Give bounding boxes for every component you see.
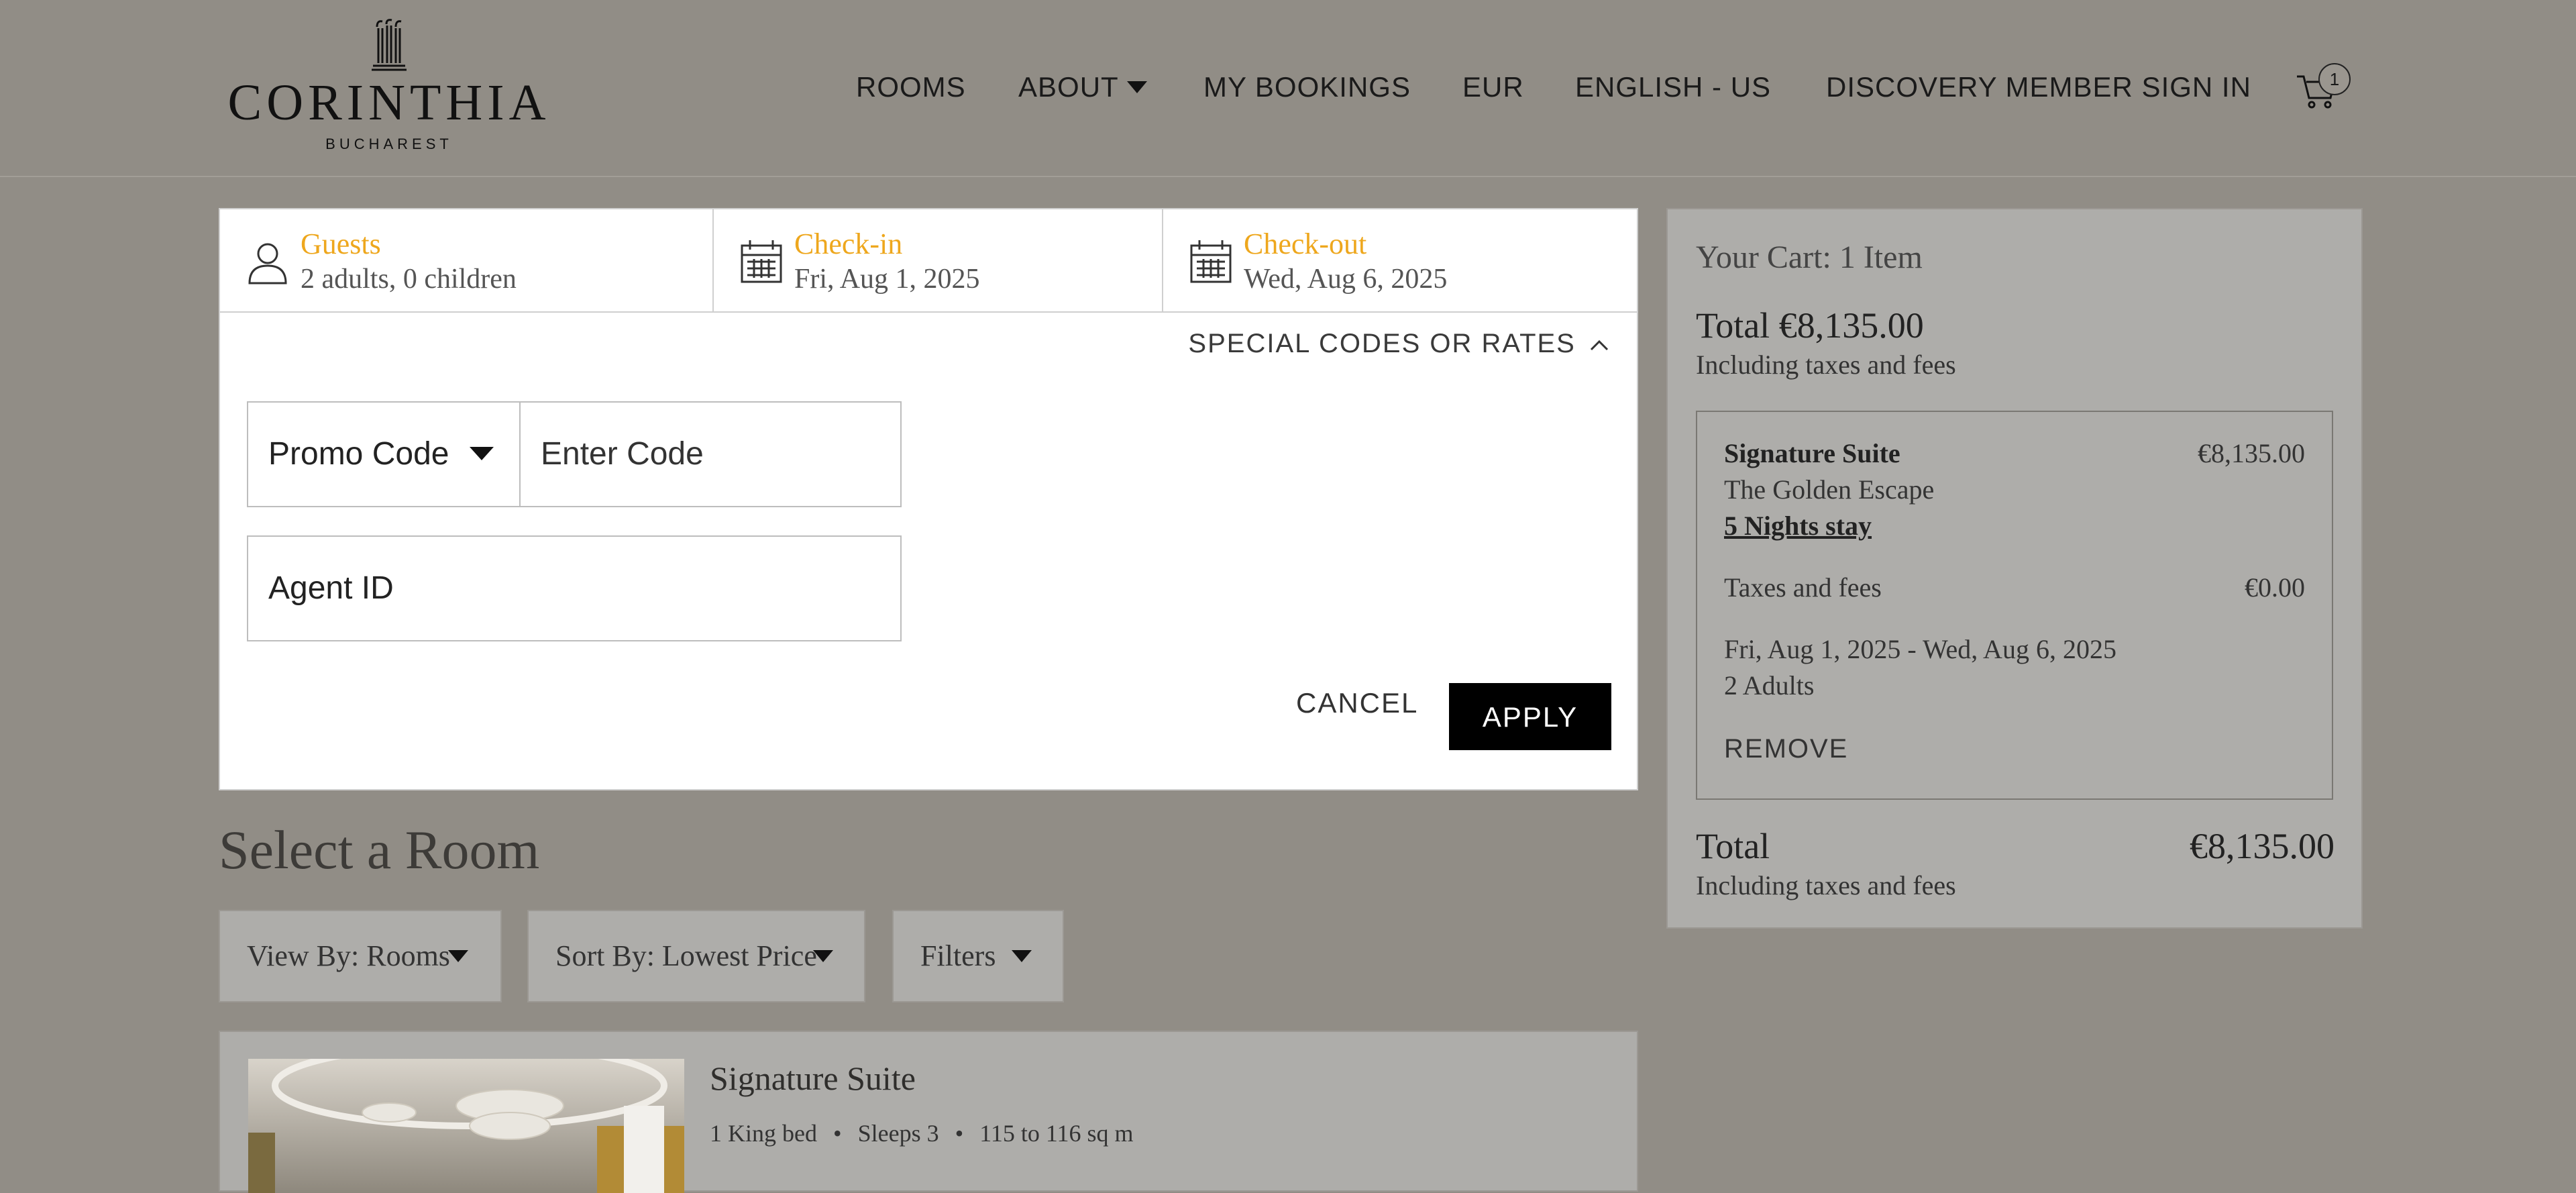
site-header: CORINTHIA BUCHAREST ROOMS ABOUT MY BOOKI… xyxy=(0,0,2576,177)
cart-total: Total €8,135.00 xyxy=(1696,305,1924,346)
room-size: 115 to 116 sq m xyxy=(979,1120,1134,1147)
cart-guests: 2 Adults xyxy=(1724,670,1815,701)
cart-taxes-value: €0.00 xyxy=(2245,572,2305,603)
nav-rooms[interactable]: ROOMS xyxy=(856,67,966,107)
checkout-label: Check-out xyxy=(1244,227,1367,260)
cart-total-note: Including taxes and fees xyxy=(1696,350,1956,380)
logo-columns-icon xyxy=(372,19,407,71)
user-icon xyxy=(248,243,287,284)
cart-item-package: The Golden Escape xyxy=(1724,474,1935,505)
nav-sign-in[interactable]: DISCOVERY MEMBER SIGN IN xyxy=(1826,67,2251,107)
cart-title: Your Cart: 1 Item xyxy=(1696,240,1923,275)
cart-grand-total-label: Total xyxy=(1696,826,1770,866)
chevron-down-icon[interactable] xyxy=(470,447,494,460)
checkin-label: Check-in xyxy=(794,227,903,260)
checkout-value: Wed, Aug 6, 2025 xyxy=(1244,264,1448,295)
sort-by-label: Sort By: Lowest Price xyxy=(555,939,817,972)
separator-dot: • xyxy=(833,1120,842,1147)
sort-by-dropdown[interactable]: Sort By: Lowest Price xyxy=(527,910,865,1002)
calendar-icon xyxy=(741,240,782,283)
cart-item-nights-link[interactable]: 5 Nights stay xyxy=(1724,510,1872,541)
nav-about[interactable]: ABOUT xyxy=(1018,67,1147,107)
room-sleeps: Sleeps 3 xyxy=(857,1120,939,1147)
cart-grand-total-note: Including taxes and fees xyxy=(1696,870,1956,900)
guests-value: 2 adults, 0 children xyxy=(301,264,517,295)
cancel-button[interactable]: CANCEL xyxy=(1296,687,1418,719)
separator-dot: • xyxy=(955,1120,964,1147)
chevron-up-icon[interactable] xyxy=(1589,338,1610,352)
promo-type-value: Promo Code xyxy=(268,436,449,472)
agent-id-input[interactable]: Agent ID xyxy=(247,535,902,641)
cart-grand-total-value: €8,135.00 xyxy=(2190,826,2334,866)
checkin-selector[interactable]: Check-in Fri, Aug 1, 2025 xyxy=(712,209,1163,311)
checkout-selector[interactable]: Check-out Wed, Aug 6, 2025 xyxy=(1162,209,1638,311)
remove-item-button[interactable]: REMOVE xyxy=(1724,734,1848,764)
calendar-icon xyxy=(1190,240,1232,283)
special-codes-toggle[interactable]: SPECIAL CODES OR RATES xyxy=(1188,329,1610,359)
room-photo[interactable] xyxy=(248,1059,684,1193)
nav-rooms-label[interactable]: ROOMS xyxy=(856,71,966,103)
nav-currency[interactable]: EUR xyxy=(1462,67,1524,107)
nav-my-bookings[interactable]: MY BOOKINGS xyxy=(1203,67,1411,107)
logo-city: BUCHAREST xyxy=(325,136,453,152)
guests-selector[interactable]: Guests 2 adults, 0 children xyxy=(220,209,712,311)
room-card[interactable]: Signature Suite 1 King bed • Sleeps 3 • 115 … xyxy=(219,1031,1638,1193)
view-by-label: View By: Rooms xyxy=(247,939,450,972)
view-by-dropdown[interactable]: View By: Rooms xyxy=(219,910,502,1002)
select-room-heading: Select a Room xyxy=(219,819,540,880)
promo-code-placeholder: Enter Code xyxy=(541,436,704,472)
booking-search-panel: Guests 2 adults, 0 children Check-in Fri… xyxy=(219,208,1638,790)
chevron-down-icon[interactable] xyxy=(1012,950,1032,962)
room-specs: 1 King bed • Sleeps 3 • 115 to 116 sq m xyxy=(710,1119,1134,1147)
cart-item-price: €8,135.00 xyxy=(2198,438,2305,468)
guests-label: Guests xyxy=(301,227,381,260)
filters-label: Filters xyxy=(920,939,996,972)
chevron-down-icon[interactable] xyxy=(813,950,833,962)
cart-count-badge[interactable]: 1 xyxy=(2318,63,2351,95)
room-name[interactable]: Signature Suite xyxy=(710,1059,916,1098)
promo-type-select[interactable]: Promo Code xyxy=(247,401,521,507)
nav-language[interactable]: ENGLISH - US xyxy=(1575,67,1771,107)
hotel-logo[interactable]: CORINTHIA BUCHAREST xyxy=(219,19,559,163)
special-codes-label[interactable]: SPECIAL CODES OR RATES xyxy=(1188,329,1575,358)
chevron-down-icon[interactable] xyxy=(448,950,468,962)
logo-wordmark: CORINTHIA xyxy=(227,74,551,131)
apply-button[interactable]: APPLY xyxy=(1449,683,1611,750)
nav-about-label[interactable]: ABOUT xyxy=(1018,71,1119,103)
cart-taxes-label: Taxes and fees xyxy=(1724,572,1882,603)
cart-summary: Your Cart: 1 Item Total €8,135.00 Includ… xyxy=(1666,208,2363,929)
nav-my-bookings-label[interactable]: MY BOOKINGS xyxy=(1203,71,1411,103)
filters-dropdown[interactable]: Filters xyxy=(892,910,1064,1002)
nav-sign-in-label[interactable]: DISCOVERY MEMBER SIGN IN xyxy=(1826,71,2251,103)
agent-id-placeholder: Agent ID xyxy=(268,570,394,606)
cart-item: Signature Suite €8,135.00 The Golden Esc… xyxy=(1696,411,2333,800)
chevron-down-icon[interactable] xyxy=(1126,81,1147,93)
date-bar: Guests 2 adults, 0 children Check-in Fri… xyxy=(220,209,1637,313)
checkin-value: Fri, Aug 1, 2025 xyxy=(794,264,980,295)
room-bed: 1 King bed xyxy=(710,1120,817,1147)
nav-language-label[interactable]: ENGLISH - US xyxy=(1575,71,1771,103)
nav-currency-label[interactable]: EUR xyxy=(1462,71,1524,103)
cart-stay-dates: Fri, Aug 1, 2025 - Wed, Aug 6, 2025 xyxy=(1724,634,2116,664)
promo-code-input[interactable]: Enter Code xyxy=(519,401,902,507)
cart-item-name: Signature Suite xyxy=(1724,438,1900,468)
